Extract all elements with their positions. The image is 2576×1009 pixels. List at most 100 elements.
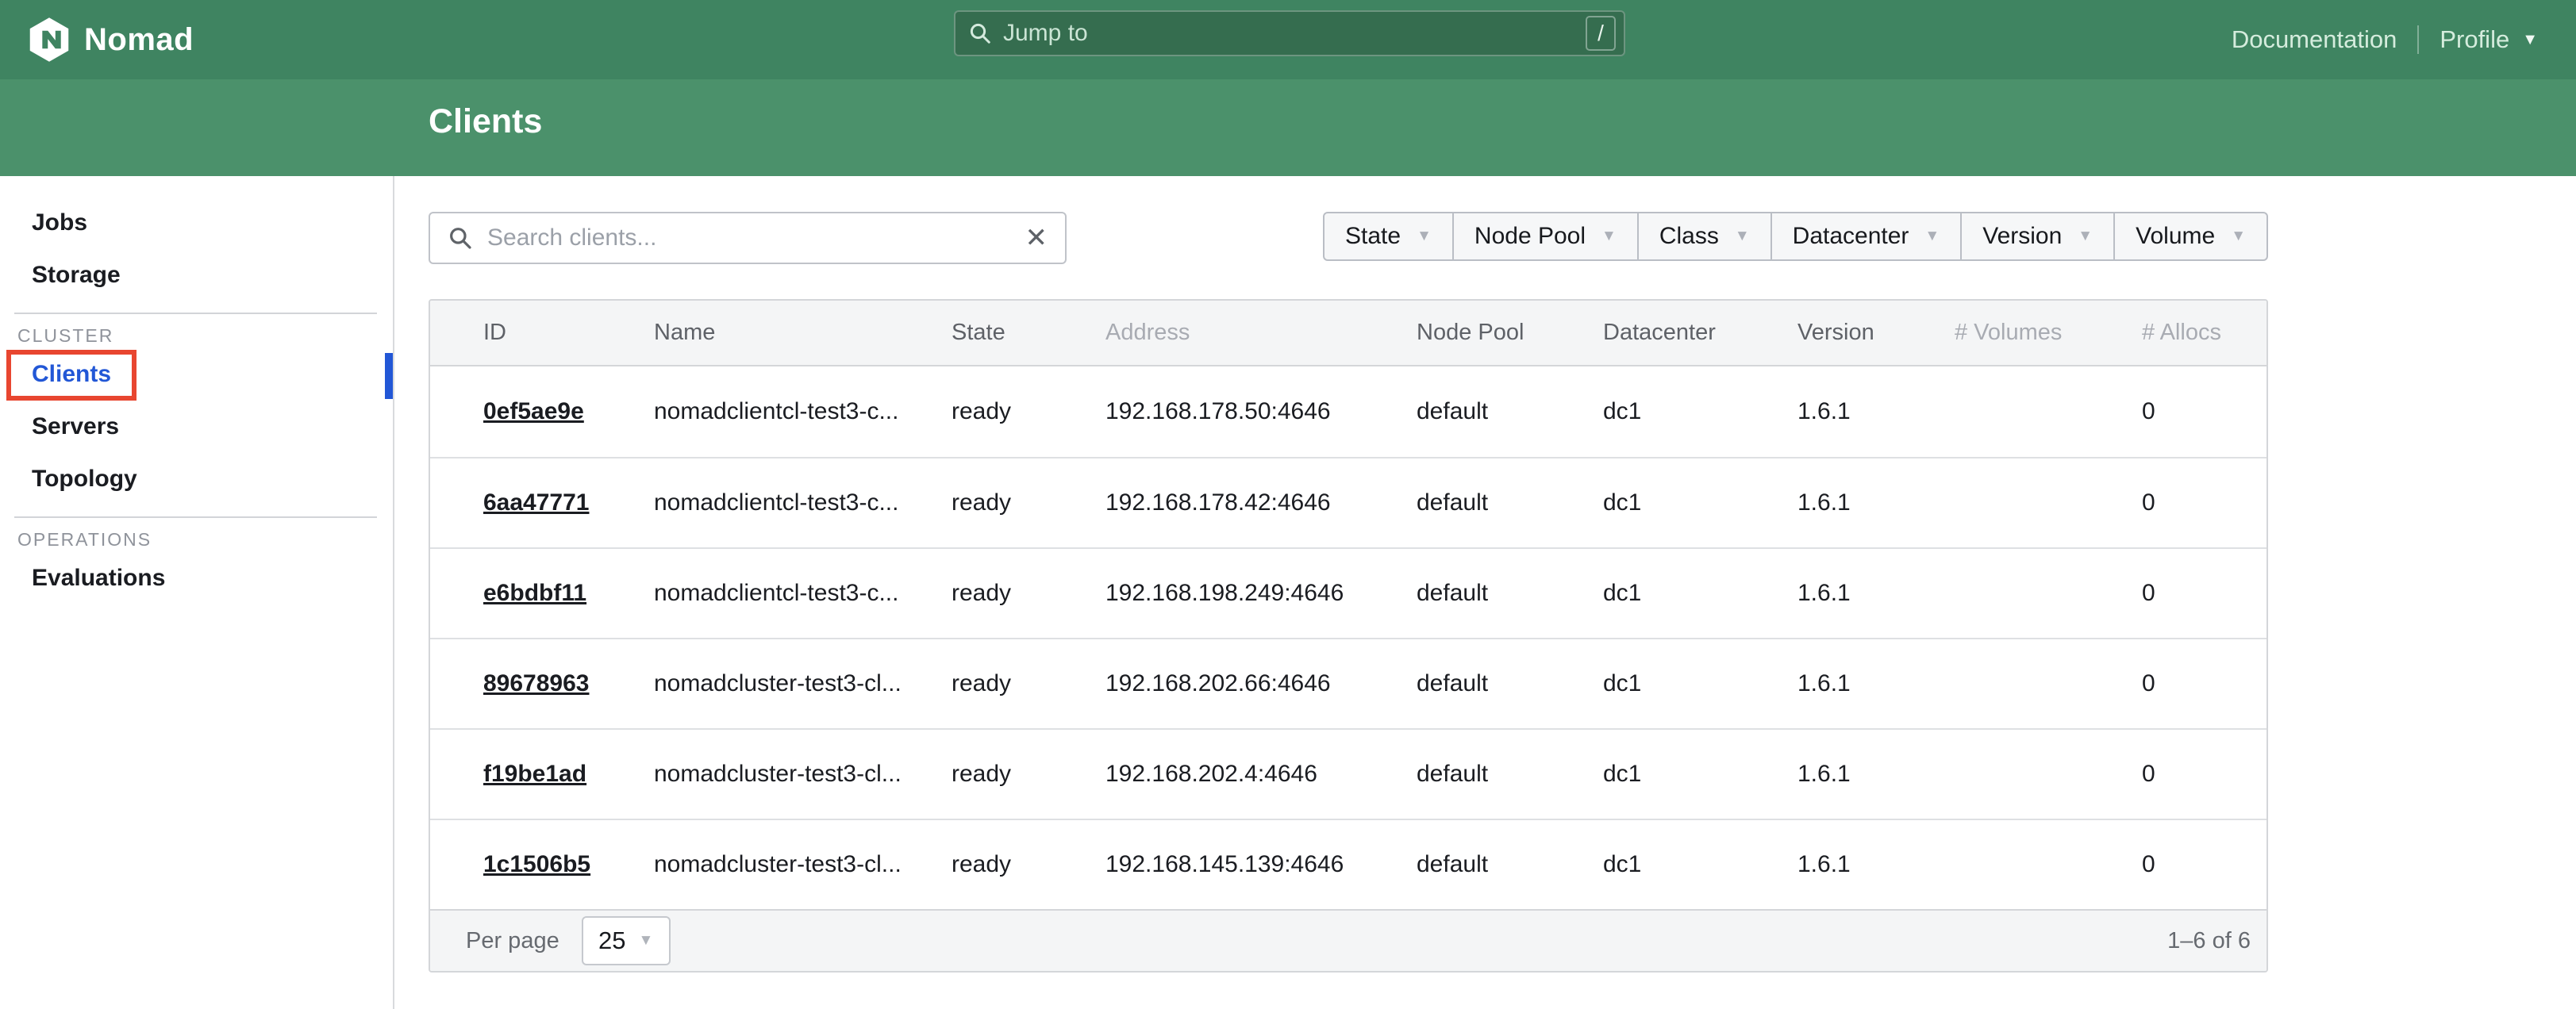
client-id-link[interactable]: f19be1ad xyxy=(483,761,586,787)
top-navbar: Nomad / Documentation Profile ▼ xyxy=(0,0,2576,79)
main-content: ✕ State ▼ Node Pool ▼ Class ▼ Datacenter… xyxy=(394,176,2576,1009)
sidebar-item-servers[interactable]: Servers xyxy=(0,401,393,453)
topbar-divider xyxy=(2417,25,2419,54)
client-name: nomadcluster-test3-cl... xyxy=(654,670,952,697)
client-address: 192.168.178.50:4646 xyxy=(1105,398,1417,425)
sidebar-divider xyxy=(14,313,377,314)
client-address: 192.168.202.66:4646 xyxy=(1105,670,1417,697)
clients-table: ID Name State Address Node Pool Datacent… xyxy=(429,299,2268,973)
client-state: ready xyxy=(952,398,1105,425)
client-address: 192.168.198.249:4646 xyxy=(1105,580,1417,607)
table-row[interactable]: 89678963 nomadcluster-test3-cl... ready … xyxy=(430,638,2266,728)
client-node-pool: default xyxy=(1417,761,1603,788)
client-state: ready xyxy=(952,489,1105,516)
chevron-down-icon: ▼ xyxy=(1735,228,1750,245)
active-item-indicator xyxy=(385,353,393,399)
filter-datacenter[interactable]: Datacenter ▼ xyxy=(1771,212,1963,261)
page-header: Clients xyxy=(0,79,2576,176)
client-id-link[interactable]: e6bdbf11 xyxy=(483,580,586,606)
sidebar-item-topology[interactable]: Topology xyxy=(0,453,393,505)
column-header-name[interactable]: Name xyxy=(654,320,952,346)
keyboard-shortcut-badge: / xyxy=(1586,16,1616,51)
nomad-logo-icon xyxy=(29,17,70,63)
per-page-label: Per page xyxy=(466,928,559,954)
search-icon xyxy=(968,21,992,45)
sidebar: Jobs Storage CLUSTER Clients Servers Top… xyxy=(0,176,394,1009)
client-address: 192.168.178.42:4646 xyxy=(1105,489,1417,516)
client-datacenter: dc1 xyxy=(1603,580,1797,607)
table-header-row: ID Name State Address Node Pool Datacent… xyxy=(430,301,2266,366)
brand-label: Nomad xyxy=(84,22,194,58)
column-header-datacenter[interactable]: Datacenter xyxy=(1603,320,1797,346)
sidebar-item-storage[interactable]: Storage xyxy=(0,249,393,301)
per-page-value: 25 xyxy=(598,927,625,955)
client-node-pool: default xyxy=(1417,398,1603,425)
table-footer: Per page 25 ▼ 1–6 of 6 xyxy=(430,909,2266,971)
per-page-select[interactable]: 25 ▼ xyxy=(582,916,671,965)
client-datacenter: dc1 xyxy=(1603,670,1797,697)
client-allocs: 0 xyxy=(2142,670,2266,697)
column-header-version[interactable]: Version xyxy=(1797,320,1955,346)
client-state: ready xyxy=(952,670,1105,697)
client-state: ready xyxy=(952,580,1105,607)
chevron-down-icon: ▼ xyxy=(639,932,654,950)
client-id-link[interactable]: 89678963 xyxy=(483,670,589,696)
clear-search-icon[interactable]: ✕ xyxy=(1025,224,1048,251)
search-icon xyxy=(448,225,473,251)
client-version: 1.6.1 xyxy=(1797,761,1955,788)
client-address: 192.168.145.139:4646 xyxy=(1105,851,1417,878)
column-header-allocs: # Allocs xyxy=(2142,320,2266,346)
filter-state[interactable]: State ▼ xyxy=(1323,212,1454,261)
filter-volume[interactable]: Volume ▼ xyxy=(2113,212,2268,261)
filter-version[interactable]: Version ▼ xyxy=(1960,212,2115,261)
clients-search-box: ✕ xyxy=(429,212,1067,264)
client-datacenter: dc1 xyxy=(1603,761,1797,788)
chevron-down-icon: ▼ xyxy=(1417,228,1432,245)
sidebar-item-jobs[interactable]: Jobs xyxy=(0,197,393,249)
jump-to-search[interactable]: / xyxy=(954,10,1625,56)
sidebar-item-evaluations[interactable]: Evaluations xyxy=(0,552,393,604)
documentation-link[interactable]: Documentation xyxy=(2232,25,2397,54)
client-allocs: 0 xyxy=(2142,398,2266,425)
filter-class[interactable]: Class ▼ xyxy=(1637,212,1772,261)
table-row[interactable]: 6aa47771 nomadclientcl-test3-c... ready … xyxy=(430,457,2266,547)
client-state: ready xyxy=(952,761,1105,788)
profile-menu[interactable]: Profile ▼ xyxy=(2440,25,2538,54)
client-version: 1.6.1 xyxy=(1797,851,1955,878)
client-allocs: 0 xyxy=(2142,851,2266,878)
sidebar-item-clients[interactable]: Clients xyxy=(0,348,393,401)
column-header-id[interactable]: ID xyxy=(430,320,654,346)
client-name: nomadcluster-test3-cl... xyxy=(654,761,952,788)
page-title: Clients xyxy=(429,102,542,141)
sidebar-section-operations: OPERATIONS xyxy=(17,529,393,551)
client-id-link[interactable]: 6aa47771 xyxy=(483,489,589,516)
table-row[interactable]: 0ef5ae9e nomadclientcl-test3-c... ready … xyxy=(430,366,2266,457)
clients-search-input[interactable] xyxy=(487,224,1011,251)
column-header-volumes: # Volumes xyxy=(1955,320,2142,346)
client-name: nomadclientcl-test3-c... xyxy=(654,398,952,425)
client-version: 1.6.1 xyxy=(1797,398,1955,425)
client-node-pool: default xyxy=(1417,851,1603,878)
chevron-down-icon: ▼ xyxy=(2522,31,2538,49)
table-row[interactable]: e6bdbf11 nomadclientcl-test3-c... ready … xyxy=(430,547,2266,638)
client-id-link[interactable]: 1c1506b5 xyxy=(483,851,590,877)
client-datacenter: dc1 xyxy=(1603,398,1797,425)
client-node-pool: default xyxy=(1417,670,1603,697)
table-row[interactable]: 1c1506b5 nomadcluster-test3-cl... ready … xyxy=(430,819,2266,909)
chevron-down-icon: ▼ xyxy=(2078,228,2093,245)
table-row[interactable]: f19be1ad nomadcluster-test3-cl... ready … xyxy=(430,728,2266,819)
column-header-address: Address xyxy=(1105,320,1417,346)
client-allocs: 0 xyxy=(2142,761,2266,788)
chevron-down-icon: ▼ xyxy=(1601,228,1617,245)
client-node-pool: default xyxy=(1417,580,1603,607)
jump-to-input[interactable] xyxy=(1003,20,1586,47)
client-datacenter: dc1 xyxy=(1603,489,1797,516)
column-header-state[interactable]: State xyxy=(952,320,1105,346)
client-state: ready xyxy=(952,851,1105,878)
topbar-links: Documentation Profile ▼ xyxy=(2232,0,2538,79)
client-id-link[interactable]: 0ef5ae9e xyxy=(483,398,584,424)
nomad-home-link[interactable]: Nomad xyxy=(29,17,194,63)
filter-node-pool[interactable]: Node Pool ▼ xyxy=(1452,212,1639,261)
client-address: 192.168.202.4:4646 xyxy=(1105,761,1417,788)
column-header-node-pool[interactable]: Node Pool xyxy=(1417,320,1603,346)
